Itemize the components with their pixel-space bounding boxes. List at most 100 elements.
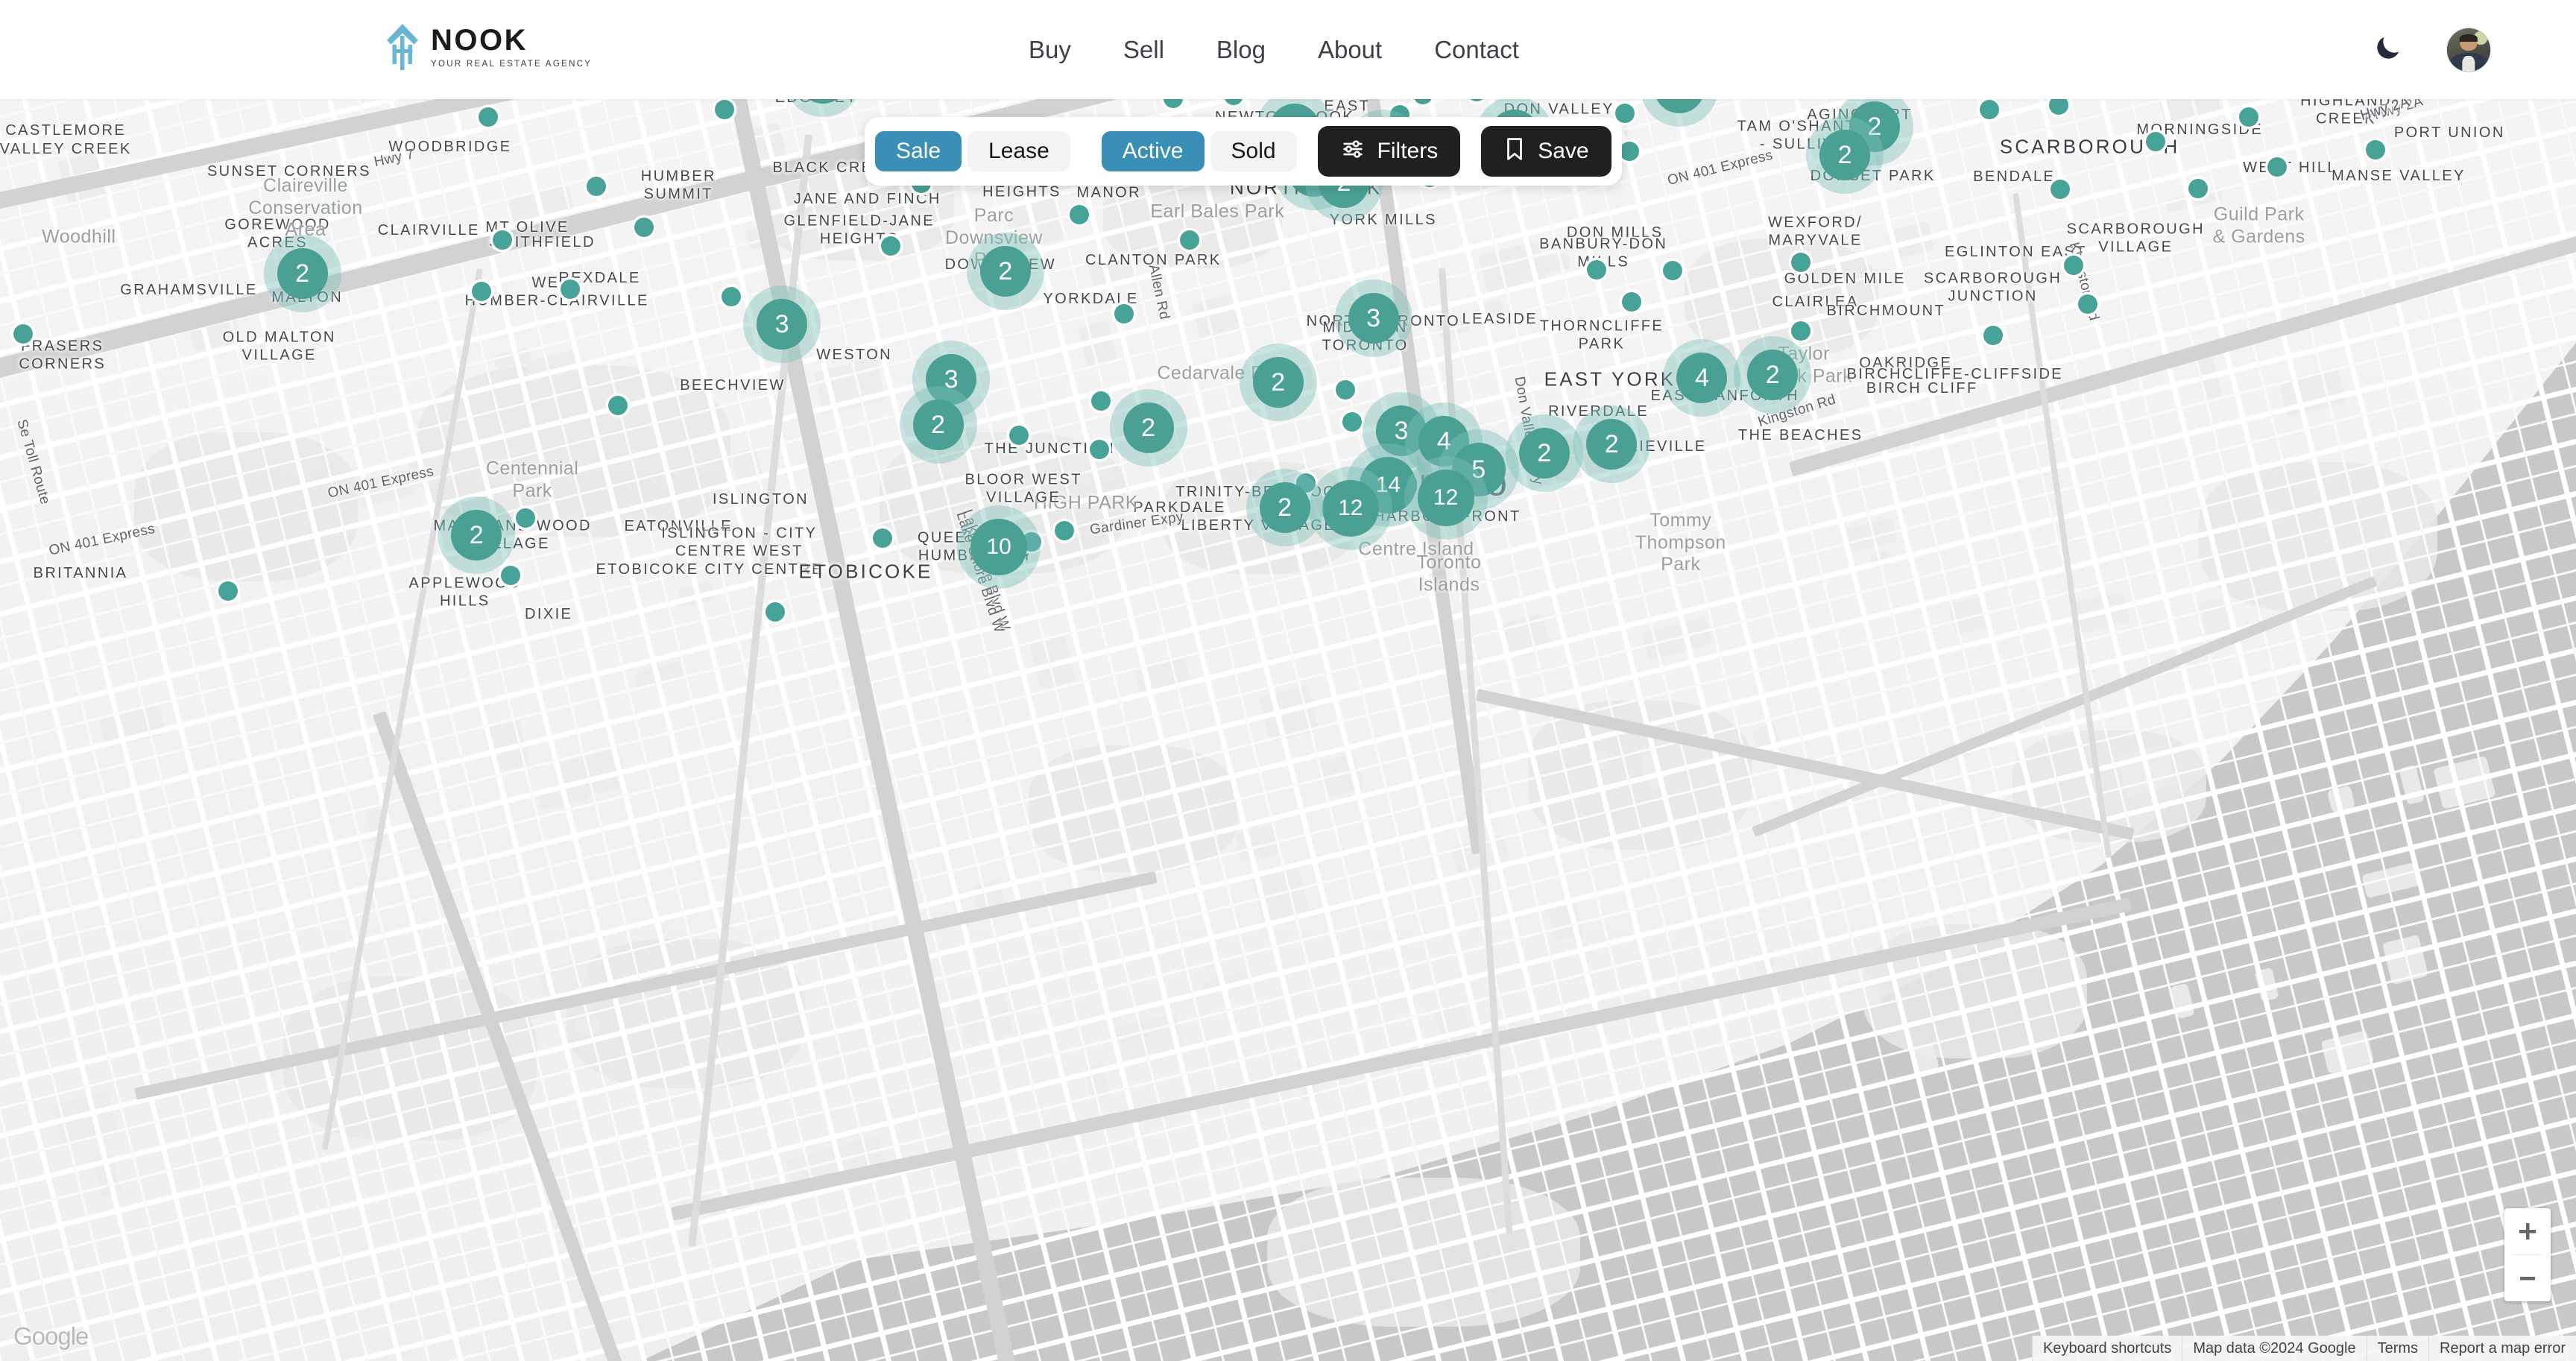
map-listing-pin[interactable]: [1090, 440, 1109, 459]
map-listing-pin[interactable]: [1980, 100, 1999, 119]
map-listing-pin[interactable]: [1180, 230, 1199, 250]
map-cluster-count: 3: [757, 299, 807, 350]
map-listing-pin[interactable]: [1622, 292, 1641, 312]
map-cluster-marker[interactable]: 2: [1110, 389, 1187, 467]
map-listing-pin[interactable]: [218, 581, 238, 601]
map-filter-toolbar[interactable]: Sale Lease Active Sold Filters Save: [865, 117, 1622, 186]
map-listing-pin[interactable]: [1336, 380, 1355, 400]
map-cluster-marker[interactable]: 2: [900, 386, 977, 464]
map-place-label: GLENFIELD-JANE HEIGHTS: [783, 212, 935, 247]
map-listing-pin[interactable]: [722, 287, 741, 306]
map-cluster-marker[interactable]: 4: [1663, 339, 1740, 417]
map-listing-pin[interactable]: [587, 177, 606, 196]
nav-link-blog[interactable]: Blog: [1216, 36, 1266, 64]
map-listing-pin[interactable]: [2239, 107, 2258, 127]
map-listing-pin[interactable]: [2188, 179, 2208, 198]
header-actions[interactable]: [2371, 0, 2490, 99]
map-cluster-marker[interactable]: 12: [1404, 456, 1488, 540]
map-listing-pin[interactable]: [1009, 426, 1029, 445]
avatar-hair: [2460, 34, 2478, 42]
dark-mode-toggle[interactable]: [2371, 33, 2405, 67]
map-cluster-marker[interactable]: 2: [1806, 116, 1884, 194]
avatar-shirt: [2462, 56, 2475, 72]
map-listing-pin[interactable]: [881, 236, 900, 256]
map-listing-pin[interactable]: [1587, 260, 1606, 280]
nav-link-buy[interactable]: Buy: [1029, 36, 1071, 64]
map-listing-pin[interactable]: [2366, 140, 2385, 160]
listing-status-active-option[interactable]: Active: [1102, 131, 1205, 171]
filters-button[interactable]: Filters: [1318, 126, 1461, 177]
map-listing-pin[interactable]: [1114, 304, 1134, 323]
listing-status-segmented-control[interactable]: Active Sold: [1102, 131, 1297, 171]
listing-status-sold-option[interactable]: Sold: [1210, 131, 1297, 171]
map-listing-pin[interactable]: [765, 602, 785, 622]
map-cluster-marker[interactable]: 2: [264, 235, 341, 312]
map-data-copyright: Map data ©2024 Google: [2182, 1336, 2366, 1361]
map-cluster-marker[interactable]: 2: [1734, 336, 1811, 414]
map-listing-pin[interactable]: [493, 230, 512, 250]
map-cluster-marker[interactable]: 3: [743, 285, 821, 363]
map-place-label: Woodhill: [42, 226, 116, 248]
map-cluster-count: 4: [1676, 353, 1727, 403]
nav-link-contact[interactable]: Contact: [1434, 36, 1519, 64]
save-search-button[interactable]: Save: [1481, 126, 1611, 177]
map-listing-pin[interactable]: [516, 508, 535, 528]
map-listing-pin[interactable]: [634, 218, 654, 237]
zoom-out-button[interactable]: [2504, 1255, 2551, 1301]
listing-type-lease-option[interactable]: Lease: [967, 131, 1070, 171]
map-attribution-bar[interactable]: Keyboard shortcuts Map data ©2024 Google…: [2032, 1336, 2576, 1361]
terms-link[interactable]: Terms: [2367, 1336, 2428, 1361]
map-listing-pin[interactable]: [873, 528, 892, 548]
map-listing-pin[interactable]: [1791, 321, 1811, 341]
map-listing-pin[interactable]: [1663, 261, 1682, 280]
map-listing-pin[interactable]: [479, 107, 498, 127]
map-place-label: WESTON: [816, 347, 892, 364]
map-cluster-marker[interactable]: 2: [1240, 344, 1317, 421]
map-listing-pin[interactable]: [2146, 132, 2165, 151]
map-listing-pin[interactable]: [1620, 142, 1639, 161]
map-place-label: WEXFORD/ MARYVALE: [1768, 214, 1863, 249]
map-zoom-controls[interactable]: [2504, 1208, 2551, 1301]
map-cluster-marker[interactable]: 2: [1573, 405, 1650, 483]
map-place-label: DIXIE: [525, 606, 572, 624]
map-listing-pin[interactable]: [2078, 294, 2097, 314]
nav-link-about[interactable]: About: [1318, 36, 1382, 64]
map-listing-pin[interactable]: [13, 324, 33, 344]
map-listing-pin[interactable]: [501, 566, 520, 585]
map-cluster-marker[interactable]: 3: [1335, 280, 1412, 357]
main-navigation[interactable]: Buy Sell Blog About Contact: [1029, 0, 1519, 99]
map-listing-pin[interactable]: [2267, 157, 2287, 177]
keyboard-shortcuts-link[interactable]: Keyboard shortcuts: [2032, 1336, 2182, 1361]
user-avatar[interactable]: [2447, 28, 2490, 72]
map-cluster-marker[interactable]: 2: [438, 496, 515, 574]
house-arrow-logo-icon: [385, 22, 420, 72]
listing-type-sale-option[interactable]: Sale: [875, 131, 962, 171]
map-place-label: HUMBER SUMMIT: [641, 168, 716, 203]
map-listing-pin[interactable]: [2051, 180, 2070, 199]
map-listing-pin[interactable]: [1091, 391, 1111, 411]
map-listing-pin[interactable]: [1791, 253, 1811, 272]
map-place-label: ETOBICOKE: [799, 560, 933, 584]
map-listing-pin[interactable]: [561, 280, 580, 299]
map-listing-pin[interactable]: [472, 282, 491, 301]
map-listing-pin[interactable]: [2064, 256, 2083, 275]
listing-type-segmented-control[interactable]: Sale Lease: [875, 131, 1070, 171]
map-listing-pin[interactable]: [1342, 412, 1362, 432]
map-canvas[interactable]: ELDER MILLSCASTLEMOREVALLEY CREEKWOODBRI…: [0, 45, 2576, 1361]
zoom-in-button[interactable]: [2504, 1208, 2551, 1254]
map-cluster-marker[interactable]: 2: [967, 233, 1044, 310]
brand-logo[interactable]: NOOK YOUR REAL ESTATE AGENCY: [385, 22, 592, 72]
map-listing-pin[interactable]: [715, 100, 734, 119]
map-cluster-marker[interactable]: 10: [957, 505, 1041, 589]
map-listing-pin[interactable]: [1983, 326, 2003, 345]
map-listing-pin[interactable]: [1615, 104, 1635, 123]
nav-link-sell[interactable]: Sell: [1123, 36, 1164, 64]
report-map-error-link[interactable]: Report a map error: [2428, 1336, 2576, 1361]
map-listing-pin[interactable]: [1055, 521, 1074, 540]
map-place-label: ISLINGTON - CITY CENTRE WEST: [661, 525, 817, 560]
map-listing-pin[interactable]: [1070, 205, 1089, 224]
map-place-label: PORT UNION: [2394, 124, 2505, 142]
map-cluster-marker[interactable]: 2: [1246, 469, 1324, 546]
map-listing-pin[interactable]: [608, 396, 628, 415]
map-cluster-count: 12: [1418, 470, 1474, 526]
